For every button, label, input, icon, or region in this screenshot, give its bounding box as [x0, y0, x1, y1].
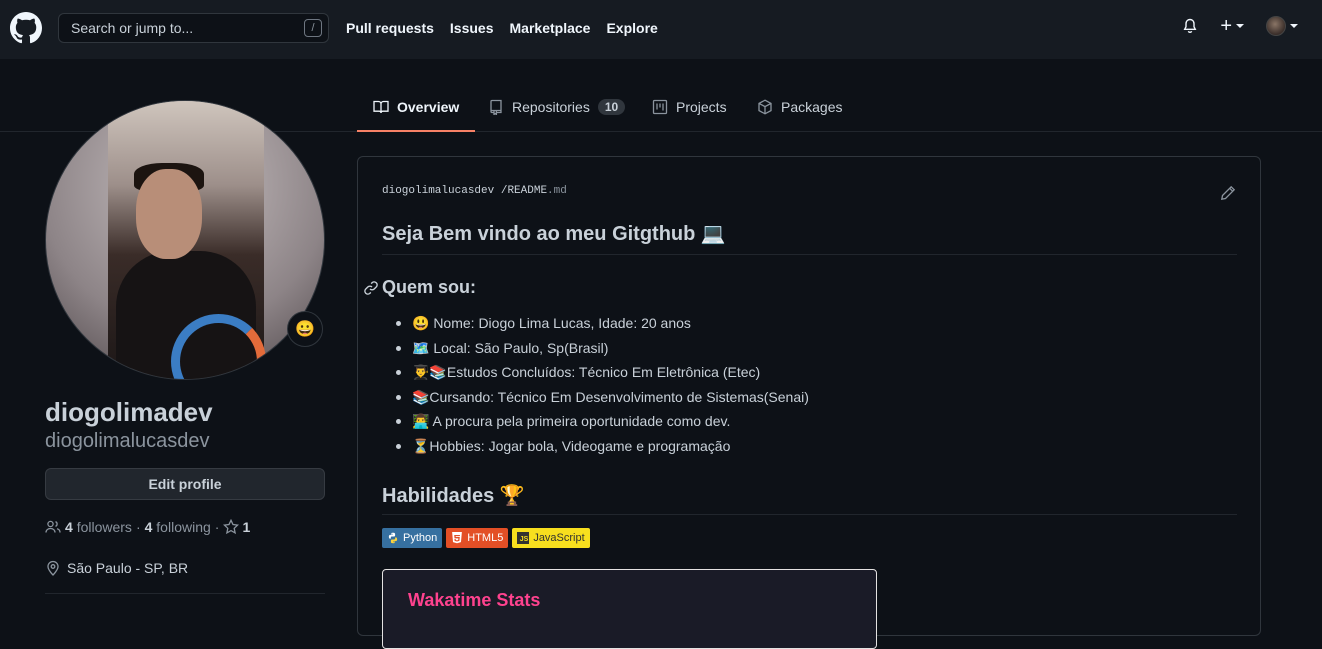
bell-icon[interactable] [1182, 18, 1198, 34]
followers-count: 4 [65, 519, 73, 535]
plus-icon: + [1220, 15, 1232, 37]
link-icon[interactable] [363, 280, 379, 296]
followers-label: followers [76, 519, 132, 535]
tab-label: Repositories [512, 99, 590, 115]
edit-profile-button[interactable]: Edit profile [45, 468, 325, 500]
stars-link[interactable]: 1 [223, 519, 250, 535]
readme-path: diogolimalucasdev /README.md [382, 185, 567, 197]
tab-projects[interactable]: Projects [652, 83, 727, 131]
package-icon [758, 99, 772, 115]
readme-file-name: README [507, 185, 548, 197]
badge-label: HTML5 [467, 532, 504, 544]
profile-name: diogolimadev [45, 397, 213, 427]
separator-dot: · [135, 519, 141, 535]
book-icon [373, 100, 389, 113]
list-item: 👨‍🎓📚Estudos Concluídos: Técnico Em Eletr… [396, 363, 809, 388]
profile-location: São Paulo - SP, BR [45, 560, 188, 576]
wakatime-title: Wakatime Stats [408, 590, 541, 610]
list-item: 👨‍💻 A procura pela primeira oportunidade… [396, 412, 809, 437]
star-icon [223, 519, 240, 535]
skills-heading: Habilidades 🏆 [382, 483, 1237, 515]
location-icon [47, 560, 59, 576]
chevron-down-icon [1290, 24, 1298, 28]
tab-overview[interactable]: Overview [357, 83, 476, 132]
javascript-badge[interactable]: JS JavaScript [512, 528, 590, 548]
tab-label: Packages [781, 99, 843, 115]
header-nav: Pull requests Issues Marketplace Explore [346, 20, 658, 36]
search-shortcut-key: / [304, 19, 322, 37]
tab-repositories[interactable]: Repositories 10 [488, 83, 626, 131]
list-item: 🗺️ Local: São Paulo, Sp(Brasil) [396, 339, 809, 364]
chevron-down-icon [1236, 24, 1244, 28]
create-new-menu[interactable]: + [1220, 16, 1244, 36]
html5-badge[interactable]: HTML5 [446, 528, 509, 548]
search-box[interactable]: / [58, 13, 329, 43]
repo-count-badge: 10 [597, 99, 626, 115]
readme-title: Seja Bem vindo ao meu Gitgthub 💻 [382, 221, 1237, 255]
python-badge[interactable]: Python [382, 528, 443, 548]
repo-icon [490, 99, 502, 115]
following-link[interactable]: 4 following [145, 519, 211, 535]
stars-count: 1 [242, 519, 251, 535]
top-header: / Pull requests Issues Marketplace Explo… [0, 0, 1322, 59]
readme-owner-link[interactable]: diogolimalucasdev [382, 185, 494, 197]
list-item: 📚Cursando: Técnico Em Desenvolvimento de… [396, 388, 809, 413]
who-am-i-heading: Quem sou: [382, 277, 477, 297]
skill-badges: Python HTML5 JS JavaScript [382, 528, 590, 548]
profile-photo-face [136, 169, 202, 259]
list-item: 😃 Nome: Diogo Lima Lucas, Idade: 20 anos [396, 314, 809, 339]
about-list: 😃 Nome: Diogo Lima Lucas, Idade: 20 anos… [396, 314, 809, 462]
github-logo-icon[interactable] [10, 12, 42, 44]
status-emoji-button[interactable]: 😀 [287, 311, 323, 347]
python-icon [388, 532, 398, 544]
status-emoji: 😀 [295, 321, 315, 338]
user-menu[interactable] [1266, 16, 1298, 36]
avatar [1266, 16, 1286, 36]
search-input[interactable] [71, 20, 291, 36]
profile-login: diogolimalucasdev [45, 430, 210, 452]
nav-issues[interactable]: Issues [450, 20, 494, 36]
tab-label: Projects [676, 99, 727, 115]
sidebar-divider [45, 593, 325, 594]
tab-label: Overview [397, 98, 460, 115]
wakatime-stats-card: Wakatime Stats [382, 569, 877, 649]
readme-file-ext: .md [547, 185, 567, 197]
following-count: 4 [144, 519, 153, 535]
tab-packages[interactable]: Packages [757, 83, 842, 131]
follow-stats: 4 followers · 4 following · 1 [45, 519, 250, 535]
location-text: São Paulo - SP, BR [67, 560, 189, 576]
separator-dot: · [214, 519, 220, 535]
nav-marketplace[interactable]: Marketplace [510, 20, 591, 36]
following-label: following [156, 519, 211, 535]
html5-icon [452, 532, 463, 544]
project-icon [652, 99, 668, 115]
profile-avatar[interactable] [45, 100, 325, 380]
readme-file-link[interactable]: README.md [507, 185, 566, 197]
pencil-icon[interactable] [1220, 185, 1236, 201]
list-item: ⏳Hobbies: Jogar bola, Videogame e progra… [396, 437, 809, 462]
nav-explore[interactable]: Explore [606, 20, 657, 36]
badge-label: JavaScript [533, 532, 585, 544]
badge-label: Python [403, 532, 438, 544]
header-actions: + [1182, 16, 1298, 36]
readme-card: diogolimalucasdev /README.md Seja Bem vi… [357, 156, 1261, 649]
nav-pull-requests[interactable]: Pull requests [346, 20, 434, 36]
javascript-icon: JS [517, 532, 530, 544]
people-icon [45, 520, 61, 533]
followers-link[interactable]: 4 followers [65, 519, 132, 535]
